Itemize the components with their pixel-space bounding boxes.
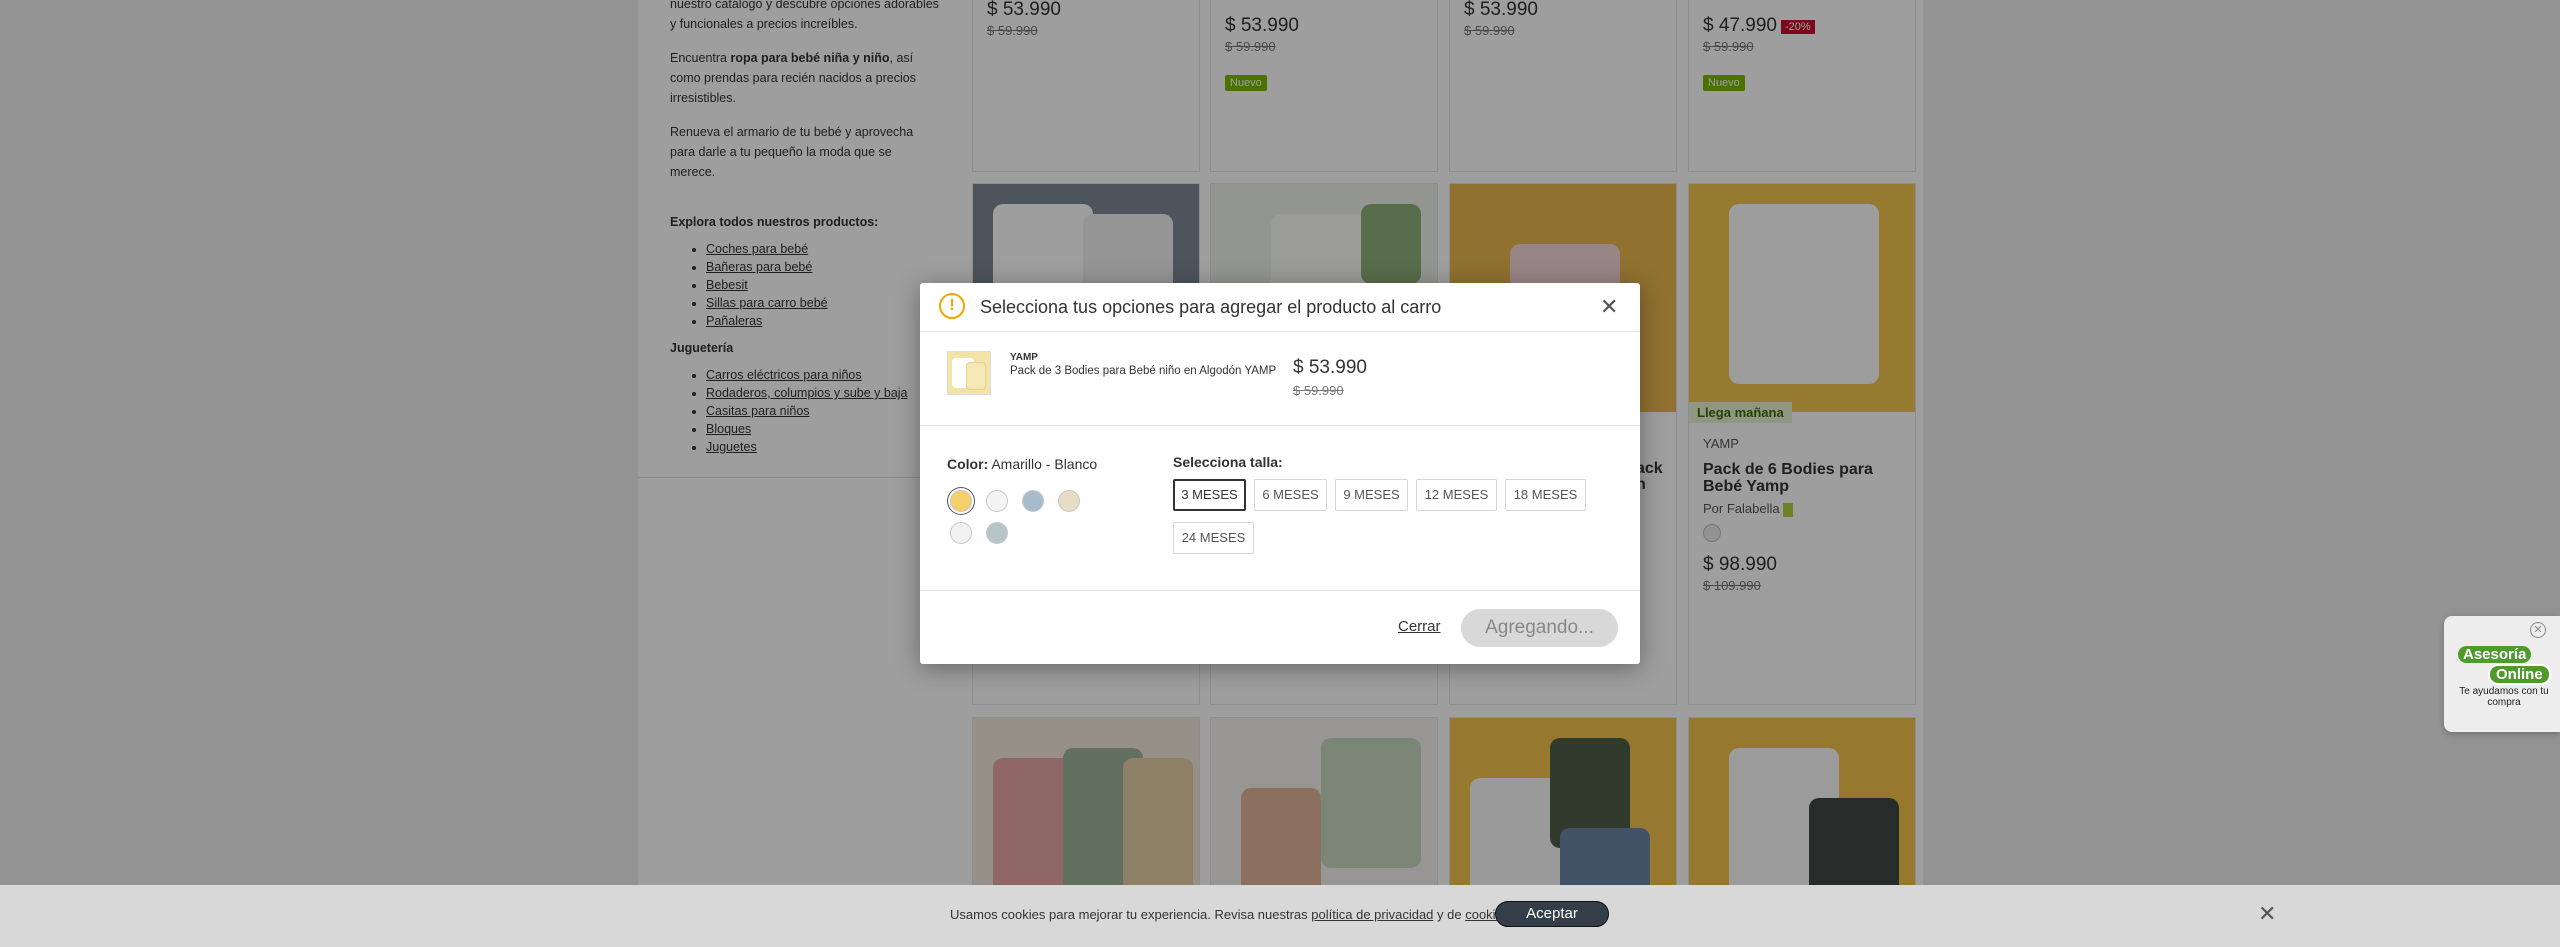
color-swatch[interactable] (1022, 490, 1044, 512)
color-swatch[interactable] (986, 522, 1008, 544)
cookie-accept-button[interactable]: Aceptar (1495, 901, 1609, 927)
modal-options: Color: Amarillo - Blanco Selecciona tall… (920, 426, 1640, 591)
size-option-3-meses[interactable]: 3 MESES (1173, 479, 1246, 511)
cookie-text-part: Usamos cookies para mejorar tu experienc… (950, 907, 1312, 922)
size-label: Selecciona talla: (1173, 454, 1283, 470)
color-swatch[interactable] (986, 490, 1008, 512)
color-label-value: Amarillo - Blanco (991, 456, 1098, 472)
modal-header: ! Selecciona tus opciones para agregar e… (920, 283, 1640, 332)
chat-bubble-line2: Online (2488, 664, 2551, 685)
size-option-9-meses[interactable]: 9 MESES (1335, 479, 1408, 511)
color-label-key: Color: (947, 456, 989, 472)
size-option-12-meses[interactable]: 12 MESES (1416, 479, 1497, 511)
color-swatch[interactable] (1058, 490, 1080, 512)
cookie-bar: Usamos cookies para mejorar tu experienc… (0, 885, 2560, 947)
size-option-18-meses[interactable]: 18 MESES (1505, 479, 1586, 511)
size-option-24-meses[interactable]: 24 MESES (1173, 522, 1254, 554)
cookie-text-part: y de (1433, 907, 1466, 922)
warning-icon: ! (939, 293, 965, 319)
size-option-6-meses[interactable]: 6 MESES (1254, 479, 1327, 511)
cookie-text: Usamos cookies para mejorar tu experienc… (950, 907, 1513, 922)
cookie-close-icon[interactable]: ✕ (2258, 901, 2276, 927)
product-brand: YAMP (1010, 352, 1038, 363)
product-price: $ 53.990 (1293, 357, 1367, 378)
online-chat-widget[interactable]: ✕ Asesoría Online Te ayudamos con tu com… (2444, 616, 2560, 732)
close-link[interactable]: Cerrar (1398, 618, 1441, 635)
product-old-price: $ 59.990 (1293, 383, 1344, 398)
modal-title: Selecciona tus opciones para agregar el … (980, 297, 1442, 317)
color-label: Color: Amarillo - Blanco (947, 456, 1097, 472)
privacy-policy-link[interactable]: política de privacidad (1311, 907, 1433, 922)
modal-product-summary: YAMP Pack de 3 Bodies para Bebé niño en … (920, 332, 1640, 426)
color-swatch-amarillo-blanco[interactable] (950, 490, 972, 512)
chat-bubble-line1: Asesoría (2458, 646, 2532, 663)
product-thumbnail (947, 351, 991, 395)
product-name: Pack de 3 Bodies para Bebé niño en Algod… (1010, 365, 1277, 377)
select-options-modal: ! Selecciona tus opciones para agregar e… (920, 283, 1640, 664)
chat-close-icon[interactable]: ✕ (2530, 622, 2546, 638)
add-to-cart-button[interactable]: Agregando... (1461, 609, 1618, 647)
close-icon[interactable]: ✕ (1600, 294, 1618, 320)
modal-footer: Cerrar Agregando... (920, 591, 1640, 664)
color-swatch[interactable] (950, 522, 972, 544)
chat-subtitle: Te ayudamos con tu compra (2459, 686, 2549, 708)
